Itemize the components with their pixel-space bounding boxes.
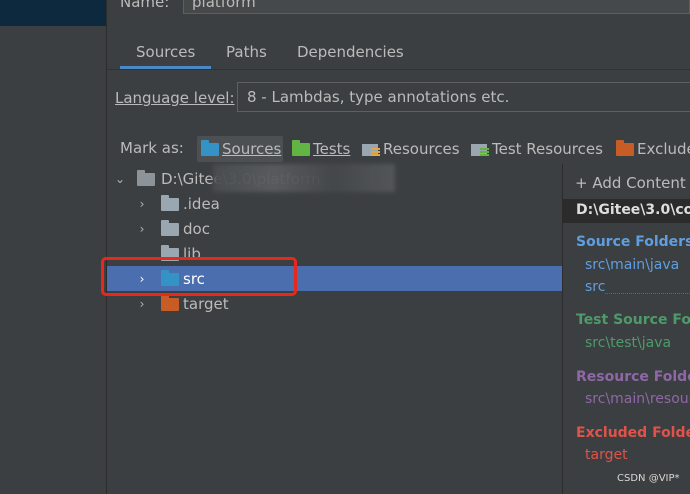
watermark: CSDN @VIP* (617, 473, 680, 484)
excluded-folders-title: Excluded Folders (576, 425, 690, 441)
content-root-path: D:\Gitee\3.0\config (576, 202, 690, 218)
folder-green-icon (292, 139, 310, 156)
name-label: Name: (120, 0, 170, 11)
source-folder-path[interactable]: src\main\java (585, 257, 679, 273)
tree-row-doc[interactable]: › doc (107, 216, 562, 241)
mark-excluded-button[interactable]: Excluded (616, 136, 690, 162)
mark-test-resources-button[interactable]: Test Resources (471, 136, 603, 162)
chevron-down-icon[interactable]: ⌄ (113, 172, 127, 186)
mark-sources-button[interactable]: Sources (197, 136, 283, 162)
test-source-folder-path[interactable]: src\test\java (585, 335, 671, 351)
resources-folder-icon (362, 141, 380, 157)
tab-divider (106, 69, 690, 70)
folder-gray-icon (161, 220, 179, 236)
mark-resources-button[interactable]: Resources (362, 136, 460, 162)
resource-folders-title: Resource Folders (576, 369, 690, 385)
folder-orange-icon (616, 139, 634, 156)
folder-gray-icon (137, 170, 155, 186)
resource-folder-path[interactable]: src\main\resources (585, 391, 690, 407)
tab-paths[interactable]: Paths (226, 43, 267, 61)
mark-excluded-label: Excluded (637, 140, 690, 158)
folder-orange-icon (161, 295, 179, 311)
tree-item-label: target (183, 294, 229, 313)
sidebar-selected-item[interactable] (0, 0, 106, 26)
test-resources-folder-icon (471, 141, 489, 157)
mark-tests-button[interactable]: Tests (292, 136, 350, 162)
tab-sources[interactable]: Sources (136, 43, 195, 61)
language-level-select[interactable]: 8 - Lambdas, type annotations etc. (237, 82, 690, 112)
folder-blue-icon (201, 139, 219, 156)
language-level-label-text: Language level: (115, 89, 235, 107)
chevron-right-icon[interactable]: › (135, 297, 149, 311)
module-name-field[interactable]: platform (183, 0, 690, 14)
tree-item-label: .idea (183, 194, 220, 213)
excluded-folder-path[interactable]: target (585, 447, 628, 463)
redaction-blur (213, 164, 395, 192)
tree-row-idea[interactable]: › .idea (107, 191, 562, 216)
add-content-root-button[interactable]: + Add Content Root (575, 174, 690, 192)
mark-as-label: Mark as: (120, 139, 184, 157)
tree-item-label: doc (183, 219, 210, 238)
language-level-label: Language level: (115, 89, 235, 107)
test-source-folders-title: Test Source Folders (576, 312, 690, 328)
project-structure-sidebar (0, 0, 107, 494)
mark-tests-label: Tests (313, 140, 351, 158)
mark-sources-label: Sources (222, 140, 282, 158)
mark-resources-label: Resources (383, 140, 460, 158)
source-folders-title: Source Folders (576, 234, 690, 250)
annotation-highlight-box (101, 257, 297, 296)
mark-test-resources-label: Test Resources (492, 140, 603, 158)
chevron-right-icon[interactable]: › (135, 197, 149, 211)
dotted-leader (605, 292, 690, 294)
chevron-right-icon[interactable]: › (135, 222, 149, 236)
content-root-tree: ⌄ D:\Gitee\3.0\platform › .idea › doc li… (107, 164, 562, 494)
folder-gray-icon (161, 195, 179, 211)
source-folder-path[interactable]: src (585, 279, 605, 295)
tab-dependencies[interactable]: Dependencies (297, 43, 404, 61)
